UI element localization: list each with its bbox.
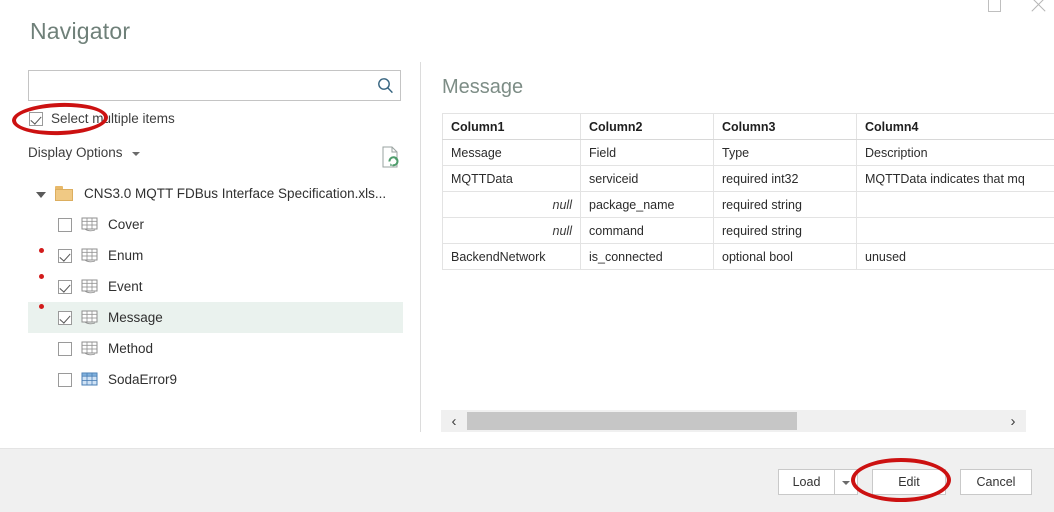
preview-table-container: Column1 Column2 Column3 Column4 Message … — [442, 113, 1054, 273]
cell: MQTTData indicates that mq — [856, 165, 1054, 192]
column-header[interactable]: Column1 — [442, 113, 581, 140]
chevron-down-icon[interactable] — [842, 481, 850, 485]
dialog-footer: Load Edit Cancel — [0, 448, 1054, 512]
worksheet-icon — [81, 341, 99, 356]
cancel-button[interactable]: Cancel — [960, 469, 1032, 495]
navigator-dialog: Navigator Select multiple items Display … — [0, 0, 1054, 512]
footer-button-row: Load Edit Cancel — [778, 469, 1032, 495]
cell — [856, 217, 1054, 244]
column-header[interactable]: Column3 — [713, 113, 857, 140]
cursor-marker-dot — [39, 274, 44, 279]
cell: unused — [856, 243, 1054, 270]
search-input[interactable] — [29, 71, 370, 100]
tree-root-label: CNS3.0 MQTT FDBus Interface Specificatio… — [84, 186, 387, 201]
folder-icon — [55, 186, 74, 201]
worksheet-icon — [81, 310, 99, 325]
select-multiple-items-checkbox[interactable] — [29, 111, 43, 126]
tree-item-checkbox[interactable] — [58, 341, 72, 356]
cell-null: null — [442, 217, 581, 244]
cursor-marker-dot — [39, 248, 44, 253]
search-box[interactable] — [28, 70, 401, 101]
tree-item-checkbox[interactable] — [58, 279, 72, 294]
table-row: null package_name required string — [442, 191, 1054, 218]
cell: is_connected — [580, 243, 714, 270]
cell: optional bool — [713, 243, 857, 270]
refresh-page-icon[interactable] — [381, 146, 401, 168]
cell: required string — [713, 191, 857, 218]
display-options-button[interactable]: Display Options — [28, 145, 140, 160]
preview-table: Column1 Column2 Column3 Column4 Message … — [442, 113, 1054, 270]
tree-item-label: Method — [108, 341, 154, 356]
tree-item-checkbox[interactable] — [58, 217, 72, 232]
load-split-button[interactable]: Load — [778, 469, 858, 495]
table-row: null command required string — [442, 217, 1054, 244]
column-header[interactable]: Column4 — [856, 113, 1054, 140]
tree-item-label: Cover — [108, 217, 145, 232]
cell: package_name — [580, 191, 714, 218]
tree-item-checkbox[interactable] — [58, 372, 72, 387]
tree-item-label: SodaError9 — [108, 372, 178, 387]
preview-pane: Message Column1 Column2 Column3 Column4 — [440, 0, 1054, 448]
preview-title: Message — [442, 76, 524, 98]
tree-item-label: Event — [108, 279, 143, 294]
display-options-label: Display Options — [28, 145, 123, 160]
cell: required int32 — [713, 165, 857, 192]
workbook-tree: CNS3.0 MQTT FDBus Interface Specificatio… — [28, 178, 403, 395]
table-row: MQTTData serviceid required int32 MQTTDa… — [442, 165, 1054, 192]
cell — [856, 191, 1054, 218]
cell: Field — [580, 139, 714, 166]
table-row: BackendNetwork is_connected optional boo… — [442, 243, 1054, 270]
scroll-left-icon[interactable]: ‹ — [441, 410, 467, 432]
cell: MQTTData — [442, 165, 581, 192]
cell: BackendNetwork — [442, 243, 581, 270]
cell: Type — [713, 139, 857, 166]
tree-root-node[interactable]: CNS3.0 MQTT FDBus Interface Specificatio… — [28, 178, 403, 209]
tree-item-message[interactable]: Message — [28, 302, 403, 333]
cell: Description — [856, 139, 1054, 166]
tree-item-label: Message — [108, 310, 163, 325]
select-multiple-items-row[interactable]: Select multiple items — [29, 111, 175, 126]
column-header[interactable]: Column2 — [580, 113, 714, 140]
tree-item-method[interactable]: Method — [28, 333, 403, 364]
search-icon[interactable] — [370, 77, 400, 94]
table-icon — [81, 372, 99, 387]
worksheet-icon — [81, 248, 99, 263]
cell: required string — [713, 217, 857, 244]
tree-item-cover[interactable]: Cover — [28, 209, 403, 240]
cursor-marker-dot — [39, 304, 44, 309]
horizontal-scrollbar[interactable]: ‹ › — [441, 410, 1026, 432]
tree-item-checkbox[interactable] — [58, 248, 72, 263]
navigator-left-pane: Select multiple items Display Options CN… — [0, 0, 421, 448]
chevron-down-icon[interactable] — [131, 151, 140, 156]
tree-item-event[interactable]: Event — [28, 271, 403, 302]
edit-button[interactable]: Edit — [872, 469, 946, 495]
cell: command — [580, 217, 714, 244]
load-button[interactable]: Load — [778, 469, 834, 495]
worksheet-icon — [81, 279, 99, 294]
select-multiple-items-label: Select multiple items — [51, 111, 175, 126]
load-dropdown-button[interactable] — [834, 469, 858, 495]
cell: Message — [442, 139, 581, 166]
scroll-right-icon[interactable]: › — [1000, 410, 1026, 432]
tree-item-label: Enum — [108, 248, 144, 263]
scrollbar-track[interactable] — [467, 410, 1000, 432]
table-row: Message Field Type Description — [442, 139, 1054, 166]
cell-null: null — [442, 191, 581, 218]
cell: serviceid — [580, 165, 714, 192]
tree-item-sodaerror9[interactable]: SodaError9 — [28, 364, 403, 395]
pane-divider — [420, 62, 421, 432]
scrollbar-thumb[interactable] — [467, 412, 798, 430]
worksheet-icon — [81, 217, 99, 232]
tree-item-checkbox[interactable] — [58, 310, 72, 325]
chevron-down-icon[interactable] — [36, 191, 46, 198]
table-header-row: Column1 Column2 Column3 Column4 — [442, 113, 1054, 140]
tree-item-enum[interactable]: Enum — [28, 240, 403, 271]
